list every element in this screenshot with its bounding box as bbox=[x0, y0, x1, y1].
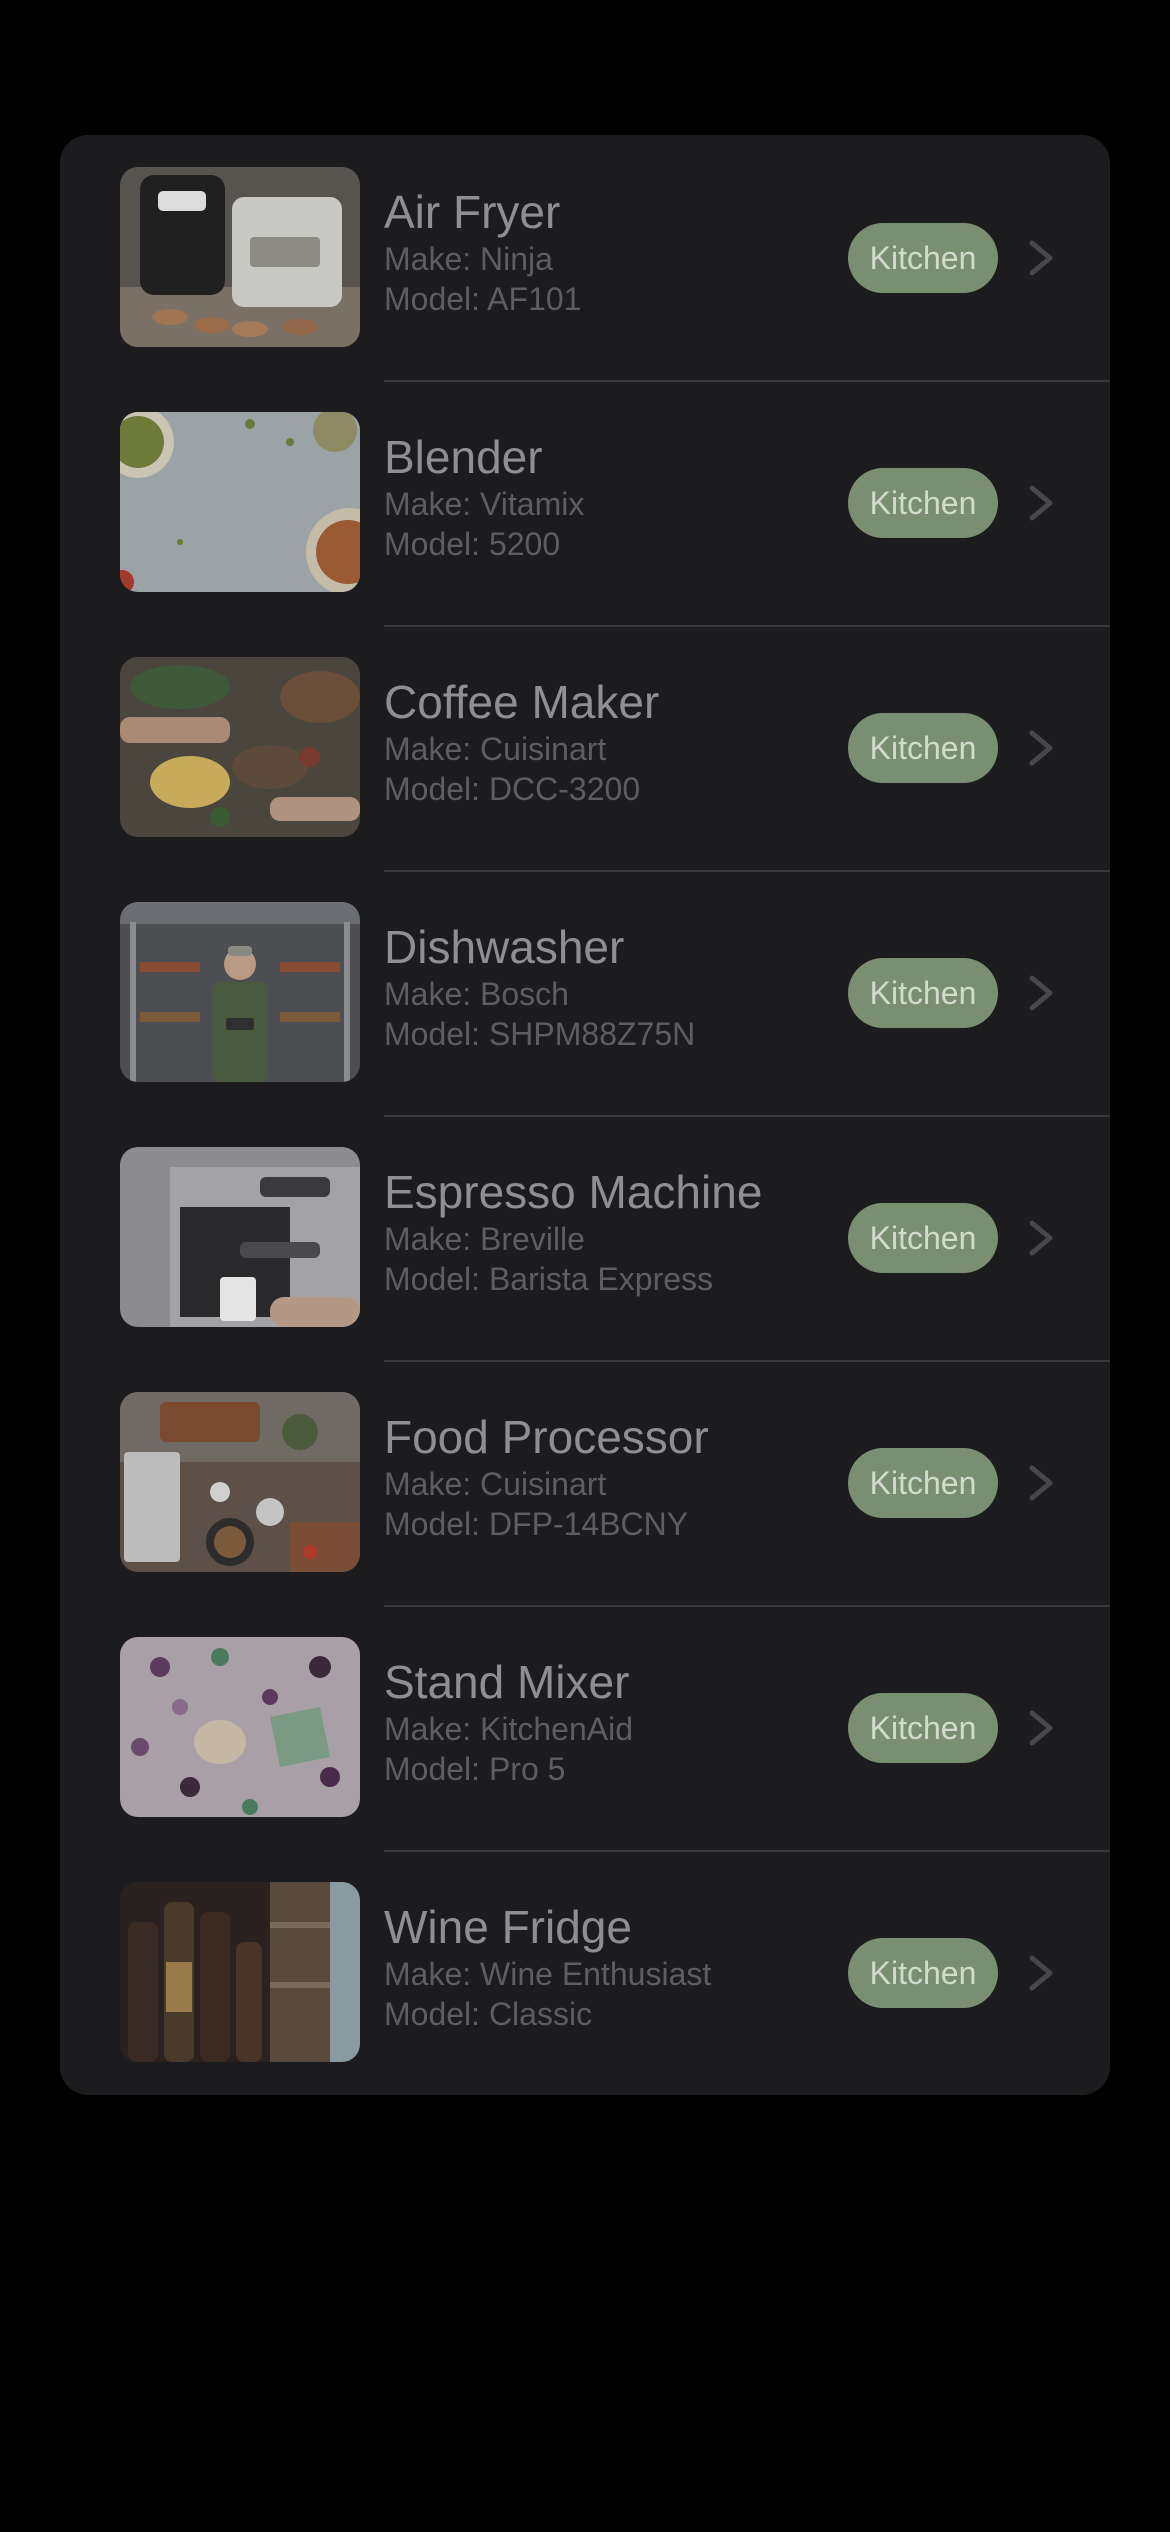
category-badge: Kitchen bbox=[848, 468, 998, 538]
appliance-make: Make: Wine Enthusiast bbox=[384, 1956, 712, 1992]
food-processor-photo bbox=[120, 1392, 360, 1572]
appliance-row-espresso-machine[interactable]: Espresso Machine Make: Breville Model: B… bbox=[60, 1115, 1110, 1360]
appliance-make: Make: Cuisinart bbox=[384, 1466, 607, 1502]
espresso-machine-photo bbox=[120, 1147, 360, 1327]
chevron-right-icon bbox=[1024, 1464, 1060, 1502]
appliance-model: Model: AF101 bbox=[384, 281, 582, 317]
appliance-model: Model: DCC-3200 bbox=[384, 771, 641, 807]
chevron-right-icon bbox=[1024, 1709, 1060, 1747]
appliance-make: Make: Vitamix bbox=[384, 486, 585, 522]
stand-mixer-photo bbox=[120, 1637, 360, 1817]
appliance-row-blender[interactable]: Blender Make: Vitamix Model: 5200 Kitche… bbox=[60, 380, 1110, 625]
row-text: Dishwasher Make: Bosch Model: SHPM88Z75N bbox=[384, 920, 844, 1054]
appliance-name: Air Fryer bbox=[384, 186, 561, 238]
appliance-model: Model: DFP-14BCNY bbox=[384, 1506, 689, 1542]
category-badge: Kitchen bbox=[848, 958, 998, 1028]
appliance-list: Air Fryer Make: Ninja Model: AF101 Kitch… bbox=[60, 135, 1110, 2095]
appliance-model: Model: Barista Express bbox=[384, 1261, 714, 1297]
appliance-model: Model: 5200 bbox=[384, 526, 561, 562]
category-badge: Kitchen bbox=[848, 1203, 998, 1273]
appliance-row-food-processor[interactable]: Food Processor Make: Cuisinart Model: DF… bbox=[60, 1360, 1110, 1605]
chevron-right-icon bbox=[1024, 239, 1060, 277]
dishwasher-photo bbox=[120, 902, 360, 1082]
appliance-model: Model: SHPM88Z75N bbox=[384, 1016, 696, 1052]
chevron-right-icon bbox=[1024, 484, 1060, 522]
category-badge: Kitchen bbox=[848, 1693, 998, 1763]
appliance-name: Blender bbox=[384, 431, 543, 483]
wine-fridge-photo bbox=[120, 1882, 360, 2062]
chevron-right-icon bbox=[1024, 1954, 1060, 1992]
appliance-make: Make: Breville bbox=[384, 1221, 585, 1257]
category-badge: Kitchen bbox=[848, 1448, 998, 1518]
appliance-name: Espresso Machine bbox=[384, 1166, 763, 1218]
appliance-model: Model: Pro 5 bbox=[384, 1751, 566, 1787]
appliance-row-dishwasher[interactable]: Dishwasher Make: Bosch Model: SHPM88Z75N… bbox=[60, 870, 1110, 1115]
appliance-row-coffee-maker[interactable]: Coffee Maker Make: Cuisinart Model: DCC-… bbox=[60, 625, 1110, 870]
chevron-right-icon bbox=[1024, 729, 1060, 767]
appliance-make: Make: KitchenAid bbox=[384, 1711, 634, 1747]
chevron-right-icon bbox=[1024, 1219, 1060, 1257]
row-text: Espresso Machine Make: Breville Model: B… bbox=[384, 1165, 844, 1299]
row-text: Coffee Maker Make: Cuisinart Model: DCC-… bbox=[384, 675, 844, 809]
appliance-name: Wine Fridge bbox=[384, 1901, 632, 1953]
row-text: Wine Fridge Make: Wine Enthusiast Model:… bbox=[384, 1900, 844, 2034]
row-text: Stand Mixer Make: KitchenAid Model: Pro … bbox=[384, 1655, 844, 1789]
coffee-maker-photo bbox=[120, 657, 360, 837]
appliance-name: Dishwasher bbox=[384, 921, 625, 973]
row-text: Air Fryer Make: Ninja Model: AF101 bbox=[384, 185, 844, 319]
category-badge: Kitchen bbox=[848, 1938, 998, 2008]
appliance-name: Coffee Maker bbox=[384, 676, 660, 728]
category-badge: Kitchen bbox=[848, 713, 998, 783]
chevron-right-icon bbox=[1024, 974, 1060, 1012]
appliance-make: Make: Ninja bbox=[384, 241, 553, 277]
appliance-make: Make: Cuisinart bbox=[384, 731, 607, 767]
appliance-name: Stand Mixer bbox=[384, 1656, 630, 1708]
row-text: Food Processor Make: Cuisinart Model: DF… bbox=[384, 1410, 844, 1544]
appliance-name: Food Processor bbox=[384, 1411, 709, 1463]
appliance-row-air-fryer[interactable]: Air Fryer Make: Ninja Model: AF101 Kitch… bbox=[60, 135, 1110, 380]
air-fryer-photo bbox=[120, 167, 360, 347]
row-text: Blender Make: Vitamix Model: 5200 bbox=[384, 430, 844, 564]
appliance-make: Make: Bosch bbox=[384, 976, 569, 1012]
appliance-row-stand-mixer[interactable]: Stand Mixer Make: KitchenAid Model: Pro … bbox=[60, 1605, 1110, 1850]
appliance-row-wine-fridge[interactable]: Wine Fridge Make: Wine Enthusiast Model:… bbox=[60, 1850, 1110, 2095]
appliance-model: Model: Classic bbox=[384, 1996, 593, 2032]
blender-photo bbox=[120, 412, 360, 592]
category-badge: Kitchen bbox=[848, 223, 998, 293]
